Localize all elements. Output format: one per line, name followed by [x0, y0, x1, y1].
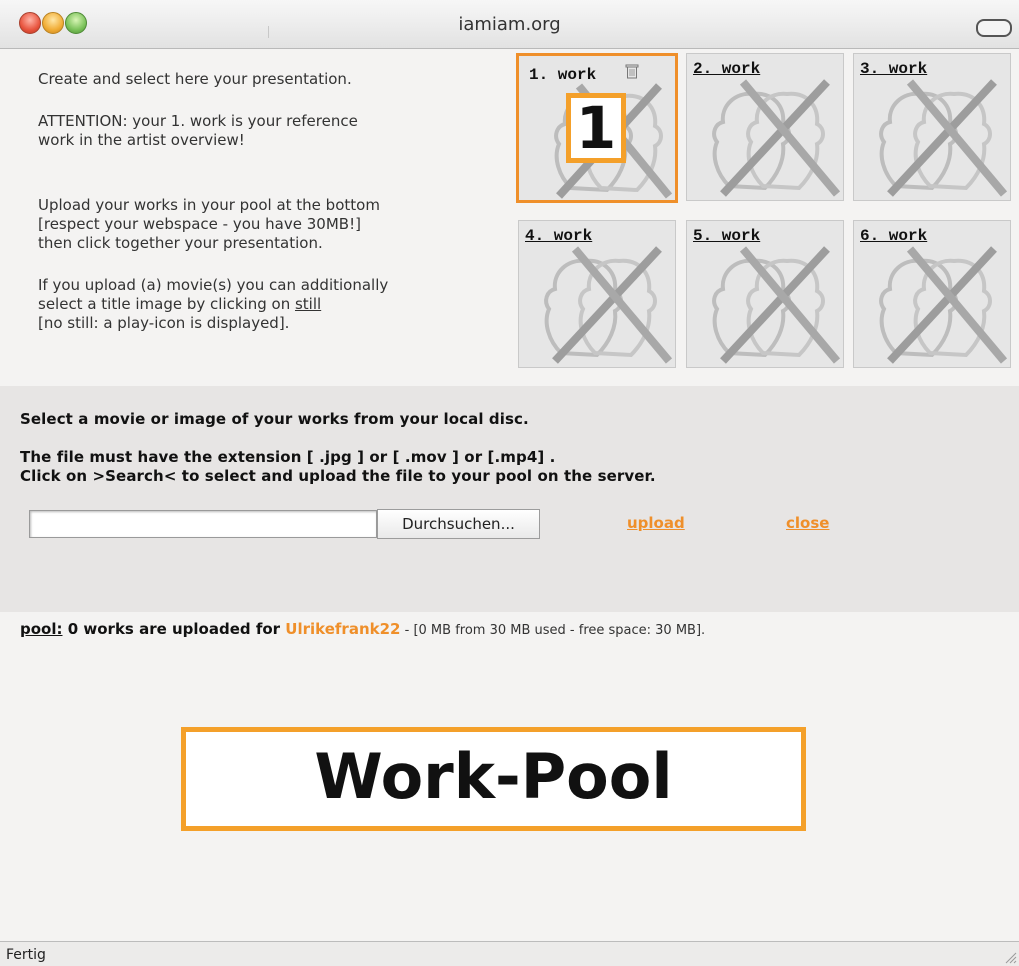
toolbar-toggle-button[interactable] [976, 19, 1012, 37]
intro-movie-line-a: If you upload (a) movie(s) you can addit… [38, 276, 389, 294]
intro-upload-hint: Upload your works in your pool at the bo… [38, 196, 380, 253]
work-slot-6-label[interactable]: 6. work [860, 227, 927, 245]
intro-movie-hint: If you upload (a) movie(s) you can addit… [38, 276, 388, 333]
work-slot-4-label[interactable]: 4. work [525, 227, 592, 245]
pool-username: Ulrikefrank22 [285, 620, 401, 638]
work-slot-4[interactable]: 4. work [518, 220, 676, 368]
browse-button[interactable]: Durchsuchen... [377, 509, 540, 539]
resize-grip-icon[interactable] [1003, 950, 1017, 964]
reference-badge: 1 [566, 93, 626, 163]
upload-instruction-1: Select a movie or image of your works fr… [20, 410, 529, 428]
pool-link[interactable]: pool: [20, 620, 63, 638]
intro-attention: ATTENTION: your 1. work is your referenc… [38, 112, 358, 150]
work-slot-5[interactable]: 5. work [686, 220, 844, 368]
work-slot-3[interactable]: 3. work [853, 53, 1011, 201]
intro-movie-line-c: [no still: a play-icon is displayed]. [38, 314, 290, 332]
work-pool-label: Work-Pool [181, 727, 806, 831]
intro-line-1: Create and select here your presentation… [38, 70, 352, 88]
upload-instruction-3: Click on >Search< to select and upload t… [20, 467, 656, 485]
trash-icon[interactable] [625, 63, 639, 79]
work-slot-6[interactable]: 6. work [853, 220, 1011, 368]
intro-upload-line-b: [respect your webspace - you have 30MB!] [38, 215, 361, 233]
work-slot-2-label[interactable]: 2. work [693, 60, 760, 78]
window-titlebar: iamiam.org [0, 0, 1019, 49]
close-link[interactable]: close [786, 514, 829, 532]
window-title: iamiam.org [458, 14, 561, 35]
pool-dash: - [400, 623, 414, 638]
upload-link[interactable]: upload [627, 514, 685, 532]
intro-movie-line-b: select a title image by clicking on [38, 295, 295, 313]
pool-summary: pool: 0 works are uploaded for Ulrikefra… [20, 620, 705, 638]
work-slot-3-label[interactable]: 3. work [860, 60, 927, 78]
intro-attention-line-a: ATTENTION: your 1. work is your referenc… [38, 112, 358, 130]
intro-upload-line-a: Upload your works in your pool at the bo… [38, 196, 380, 214]
work-slot-1[interactable]: 1. work 1 [516, 53, 678, 203]
still-link[interactable]: still [295, 295, 321, 313]
pool-count-text: 0 works are uploaded for [62, 620, 286, 638]
upload-instruction-2: The file must have the extension [ .jpg … [20, 448, 556, 466]
work-slot-1-label[interactable]: 1. work [529, 66, 596, 84]
pool-usage: [0 MB from 30 MB used - free space: 30 M… [413, 623, 706, 638]
status-text: Fertig [6, 947, 46, 963]
work-slot-2[interactable]: 2. work [686, 53, 844, 201]
status-bar: Fertig [0, 941, 1019, 966]
file-path-input[interactable] [29, 510, 377, 538]
intro-upload-line-c: then click together your presentation. [38, 234, 323, 252]
work-slot-5-label[interactable]: 5. work [693, 227, 760, 245]
intro-attention-line-b: work in the artist overview! [38, 131, 245, 149]
upload-panel: Select a movie or image of your works fr… [0, 386, 1019, 612]
